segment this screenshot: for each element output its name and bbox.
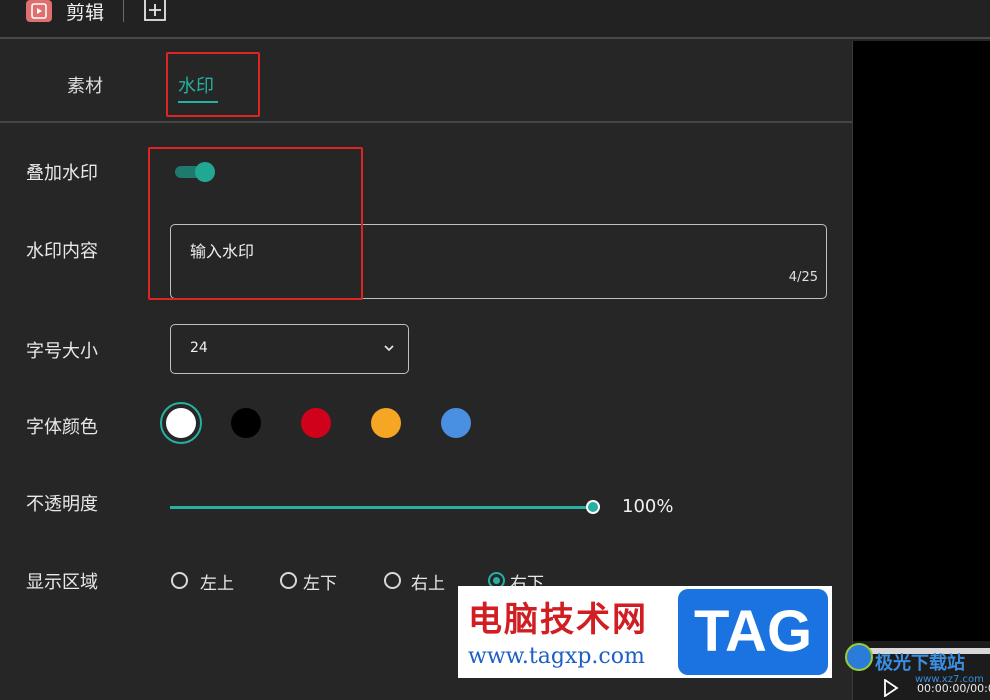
color-swatch-red[interactable] bbox=[301, 408, 331, 438]
top-divider bbox=[123, 0, 124, 22]
radio-top-left-label: 左上 bbox=[200, 574, 234, 594]
site-url: www.tagxp.com bbox=[468, 644, 645, 669]
tabs-divider bbox=[0, 121, 852, 123]
radio-top-right[interactable] bbox=[384, 572, 401, 589]
clip-app-icon bbox=[26, 0, 52, 22]
radio-bottom-left[interactable] bbox=[280, 572, 297, 589]
overlay-watermark-label: 叠加水印 bbox=[26, 163, 98, 184]
color-swatch-orange[interactable] bbox=[371, 408, 401, 438]
globe-icon bbox=[845, 643, 873, 671]
aurora-logo: 极光下载站 www.xz7.com bbox=[845, 641, 990, 685]
opacity-slider-track[interactable] bbox=[170, 506, 593, 509]
add-button[interactable] bbox=[143, 0, 167, 22]
color-swatch-black[interactable] bbox=[231, 408, 261, 438]
font-color-label: 字体颜色 bbox=[26, 417, 98, 438]
site-watermark-banner: 电脑技术网 www.tagxp.com TAG bbox=[458, 586, 832, 678]
aurora-logo-text: 极光下载站 bbox=[875, 653, 965, 674]
font-size-value: 24 bbox=[190, 340, 208, 356]
display-area-label: 显示区域 bbox=[26, 572, 98, 593]
highlight-box-tab bbox=[166, 52, 260, 117]
tag-logo: TAG bbox=[678, 589, 828, 675]
video-preview bbox=[853, 41, 990, 700]
play-icon[interactable] bbox=[883, 679, 899, 697]
watermark-content-label: 水印内容 bbox=[26, 241, 98, 262]
radio-top-left[interactable] bbox=[171, 572, 188, 589]
color-swatch-white[interactable] bbox=[166, 408, 196, 438]
aurora-logo-url: www.xz7.com bbox=[915, 674, 984, 685]
opacity-slider-handle[interactable] bbox=[586, 500, 600, 514]
plus-square-icon bbox=[144, 0, 166, 21]
site-name-cn: 电脑技术网 bbox=[468, 600, 648, 640]
app-title: 剪辑 bbox=[66, 2, 105, 24]
tab-material[interactable]: 素材 bbox=[67, 72, 103, 98]
chevron-down-icon bbox=[384, 345, 394, 352]
color-swatch-blue[interactable] bbox=[441, 408, 471, 438]
opacity-value: 100% bbox=[622, 496, 674, 517]
font-size-select[interactable]: 24 bbox=[170, 324, 409, 374]
radio-top-right-label: 右上 bbox=[411, 574, 445, 594]
top-bar: 剪辑 bbox=[0, 0, 990, 39]
radio-bottom-left-label: 左下 bbox=[303, 574, 337, 594]
opacity-label: 不透明度 bbox=[26, 494, 98, 515]
highlight-box-settings bbox=[148, 147, 363, 300]
font-size-label: 字号大小 bbox=[26, 341, 98, 362]
char-count: 4/25 bbox=[788, 270, 818, 285]
